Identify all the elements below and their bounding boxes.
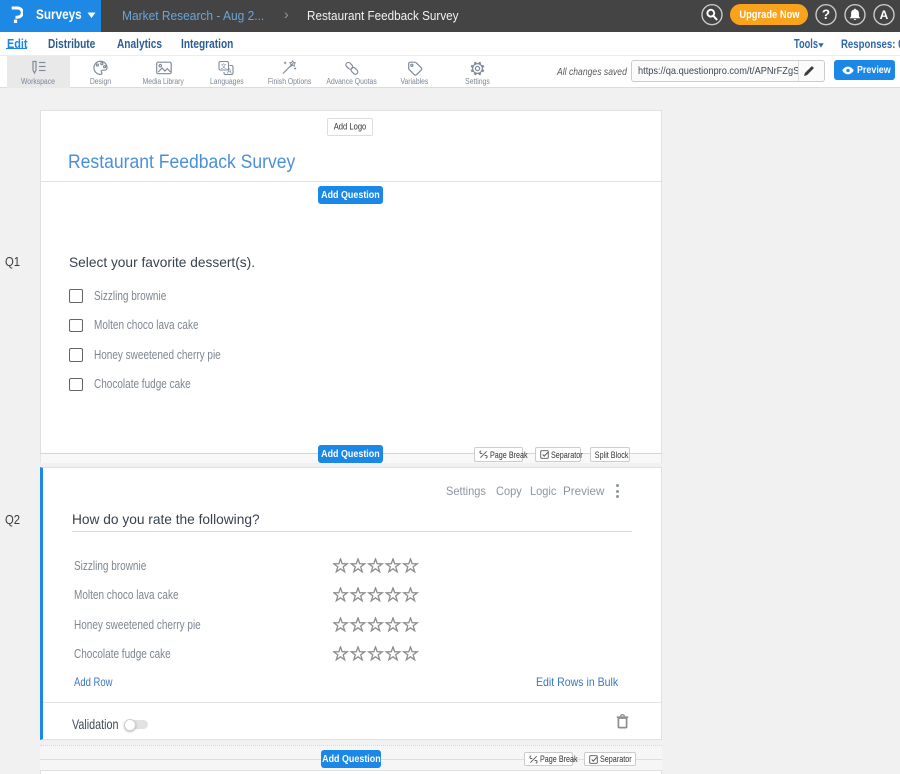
- svg-text:A: A: [880, 8, 889, 22]
- svg-text:文: 文: [221, 62, 227, 70]
- svg-text:A: A: [227, 69, 232, 76]
- svg-text:?: ?: [822, 7, 830, 22]
